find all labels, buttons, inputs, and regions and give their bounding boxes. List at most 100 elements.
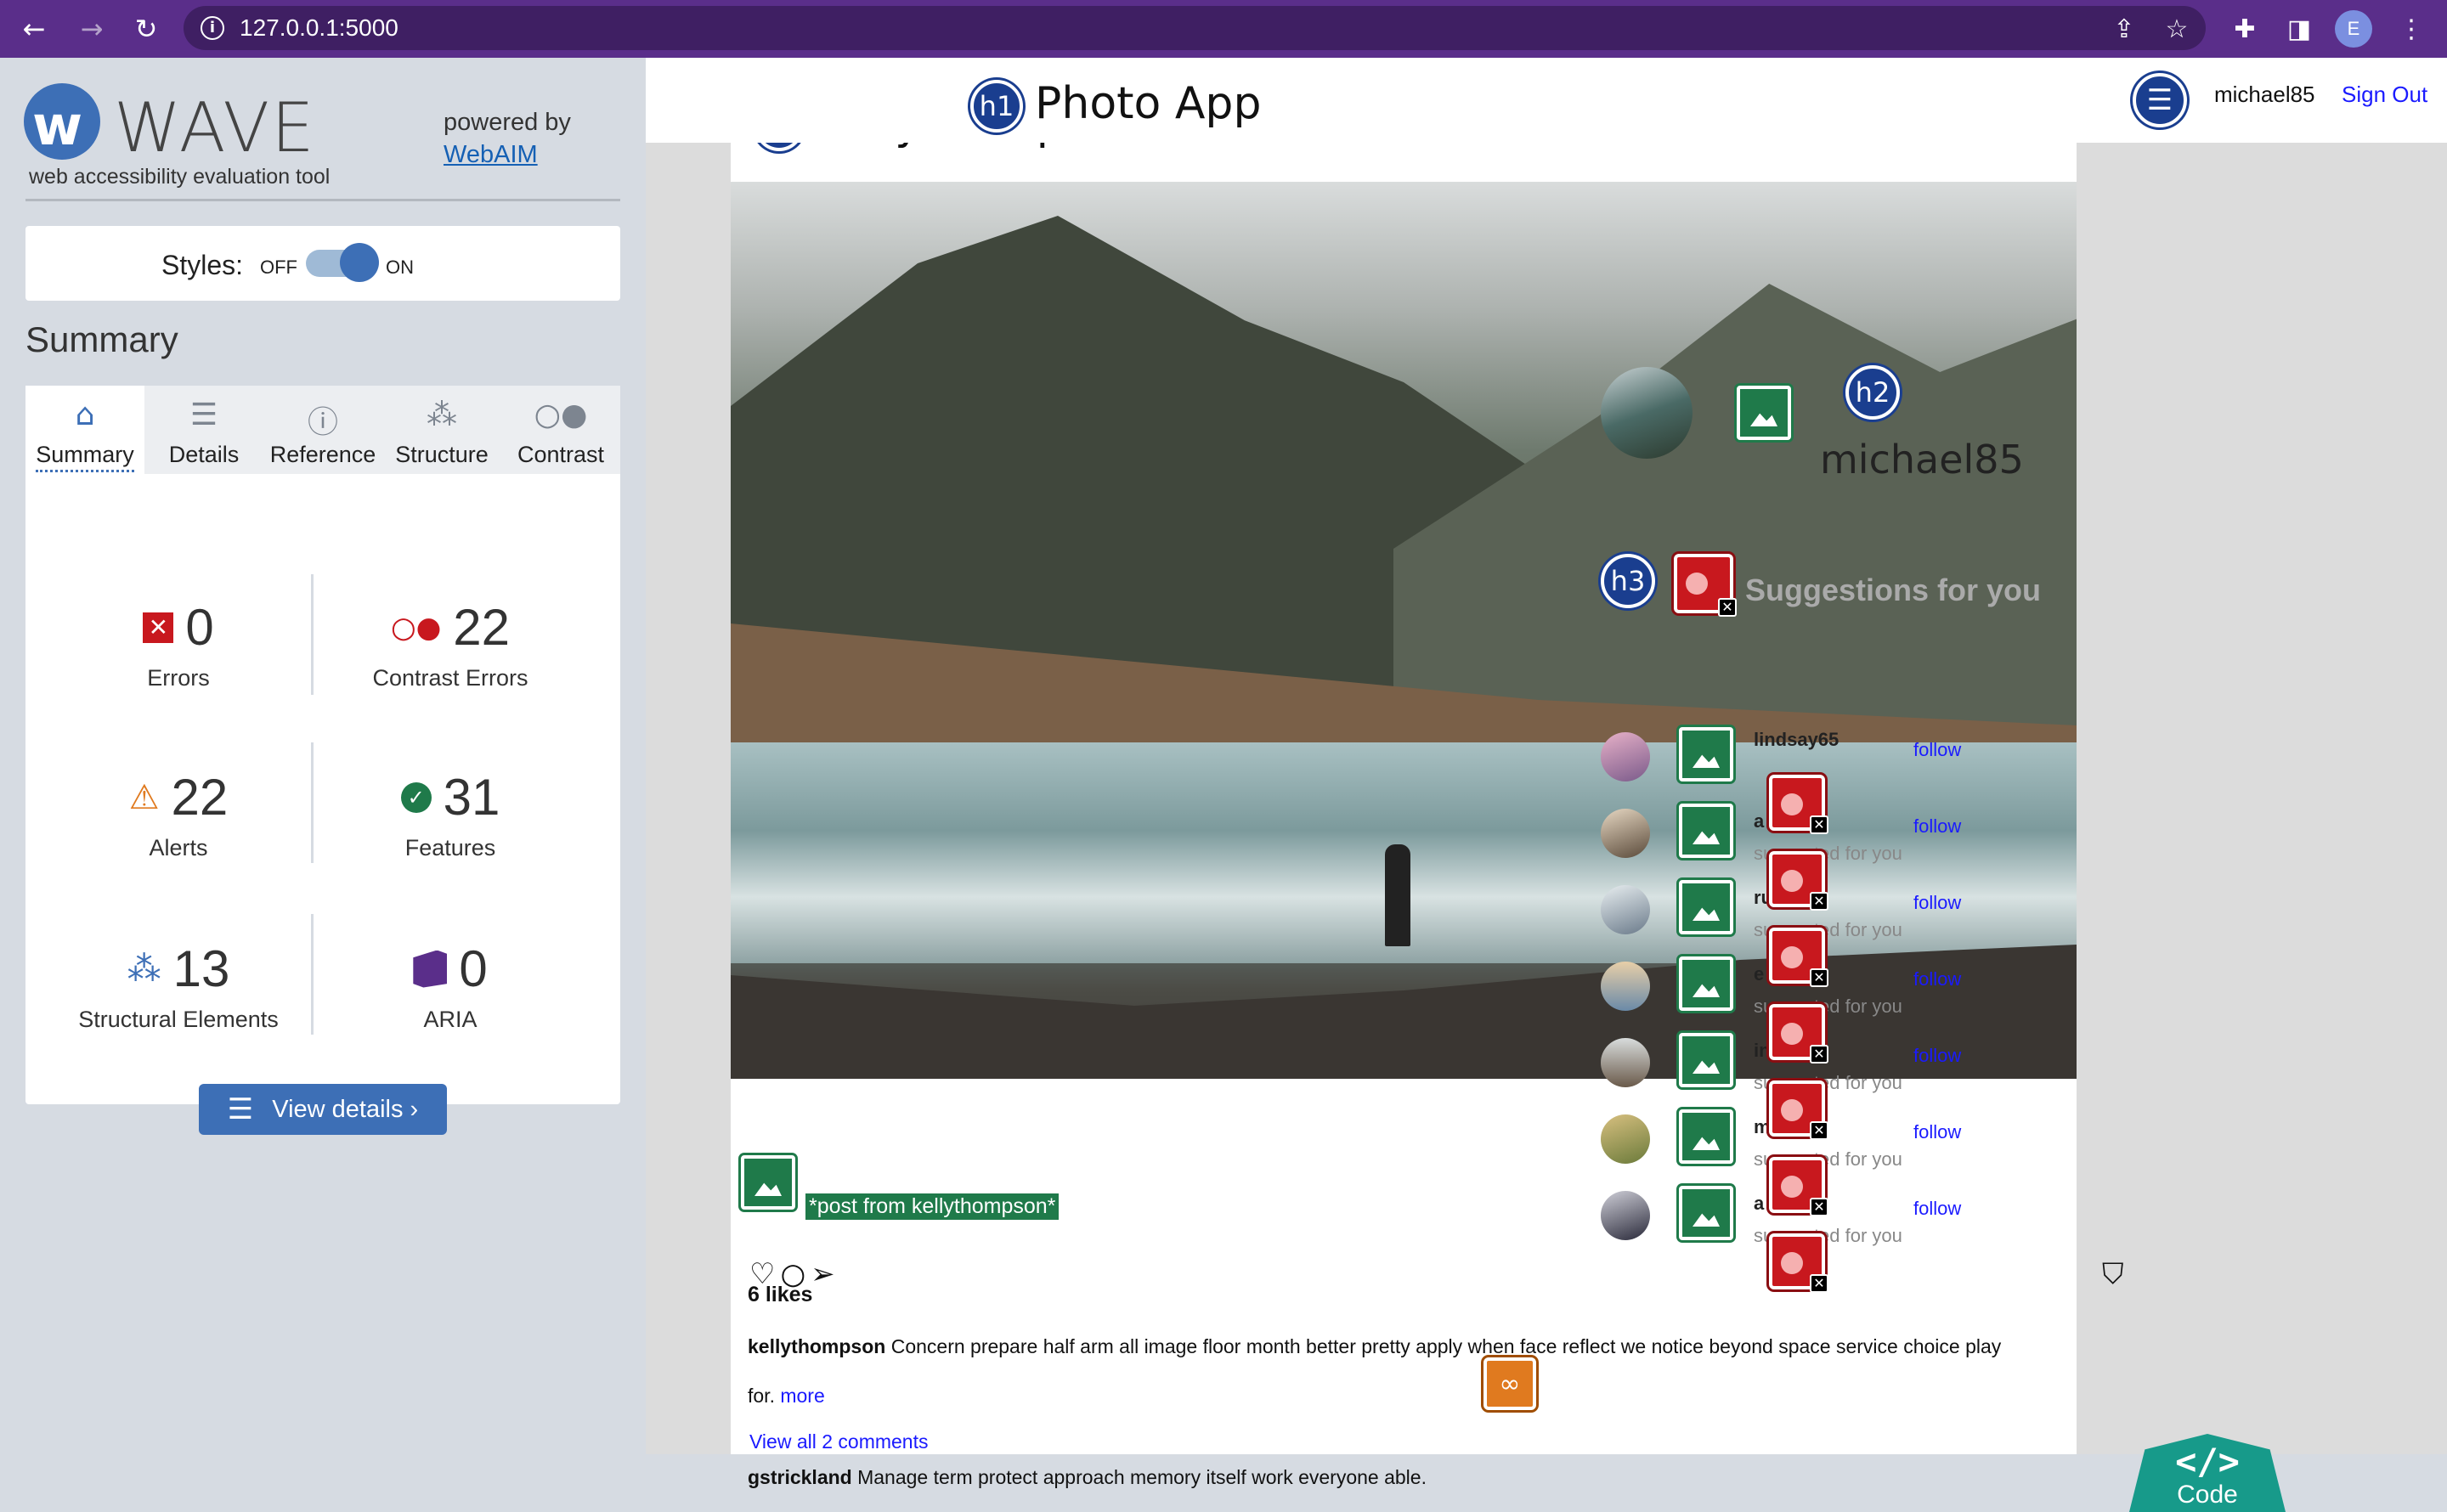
suggestion-username[interactable]: a [1754,1193,1764,1215]
follow-link[interactable]: follow [1913,1198,1961,1220]
suggestion-avatar[interactable] [1601,732,1650,781]
tab-summary[interactable]: ⌂ Summary [25,386,144,474]
wave-heading-h3-icon[interactable]: h3 [1601,554,1655,608]
view-details-button[interactable]: ☰ View details › [199,1084,447,1135]
wave-image-alt-icon[interactable] [1737,386,1791,440]
wave-contrast-error-icon[interactable]: ✕ [1769,1080,1828,1140]
follow-link[interactable]: follow [1913,968,1961,990]
wave-image-alt-icon[interactable] [1679,956,1733,1011]
post-photo[interactable] [731,182,2077,1079]
tab-label: Reference [269,442,376,467]
site-info-icon[interactable]: i [201,16,224,40]
code-panel-tab[interactable]: </> Code [2129,1434,2286,1512]
menu-icon[interactable]: ☰ [2133,73,2187,127]
wave-image-alt-icon[interactable] [1679,804,1733,858]
more-menu-icon[interactable]: ⋮ [2394,12,2428,46]
profile-avatar[interactable]: E [2335,10,2372,48]
wave-contrast-error-icon[interactable]: ✕ [1769,1233,1828,1293]
header-username: michael85 [2214,82,2315,107]
suggestion-avatar[interactable] [1601,1038,1650,1087]
wave-image-alt-icon[interactable] [1679,727,1733,781]
wave-contrast-error-icon[interactable]: ✕ [1674,554,1737,617]
wave-image-alt-icon[interactable] [1679,1033,1733,1087]
stat-features[interactable]: ✓ 31 Features [314,768,586,861]
user-avatar[interactable] [1601,367,1693,459]
wave-contrast-error-icon[interactable]: ✕ [1769,1004,1828,1063]
share-icon[interactable]: ⇪ [2107,12,2141,46]
view-comments-link[interactable]: View all 2 comments [749,1430,929,1453]
tab-details[interactable]: ☰ Details [144,386,263,474]
more-link[interactable]: more [780,1385,824,1407]
bookmark-icon[interactable]: ⛉ [2102,1257,2124,1291]
suggestion-avatar[interactable] [1601,1114,1650,1164]
webaim-link[interactable]: WebAIM [444,141,538,169]
tab-reference[interactable]: ⓘ Reference [263,386,382,474]
back-icon[interactable]: ← [17,12,51,46]
wave-heading-h2-icon[interactable]: h2 [1845,365,1900,420]
wave-sidebar: w WAVE web accessibility evaluation tool… [0,58,646,1454]
close-icon: ✕ [1810,968,1828,987]
follow-link[interactable]: follow [1913,1045,1961,1067]
contrast-error-icon: ○● [390,610,442,645]
address-bar[interactable]: i 127.0.0.1:5000 [184,6,2206,50]
suggestion-username[interactable]: e [1754,963,1764,985]
wave-image-alt-icon[interactable] [741,1155,795,1210]
suggestion-username[interactable]: m [1754,1116,1771,1138]
wave-contrast-error-icon[interactable]: ✕ [1769,775,1828,834]
wave-image-alt-icon[interactable] [1679,1109,1733,1164]
wave-contrast-error-icon[interactable]: ✕ [1769,1157,1828,1216]
stat-errors[interactable]: ✕ 0 Errors [42,598,314,691]
wave-image-alt-icon[interactable] [1679,1186,1733,1240]
follow-link[interactable]: follow [1913,815,1961,838]
photo-person [1385,844,1410,946]
styles-toggle-box: Styles: OFF ON [25,226,620,301]
comment-username[interactable]: gstrickland [748,1466,852,1488]
styles-label: Styles: [161,250,244,280]
wave-contrast-error-icon[interactable]: ✕ [1769,928,1828,987]
photo-app-page: h1 Photo App ☰ michael85 Sign Out kellyt… [646,58,2447,1512]
tab-contrast[interactable]: ○● Contrast [501,386,620,474]
side-panel-icon[interactable]: ◨ [2282,12,2316,46]
suggestion-avatar[interactable] [1601,885,1650,934]
suggestion-avatar[interactable] [1601,1191,1650,1240]
comment: gstrickland Manage term protect approach… [748,1466,1427,1489]
send-icon[interactable]: ➢ [811,1257,840,1291]
stat-label: Features [404,835,496,860]
suggestion-avatar[interactable] [1601,962,1650,1011]
stat-contrast-errors[interactable]: ○● 22 Contrast Errors [314,598,586,691]
extensions-icon[interactable]: ✚ [2228,12,2262,46]
home-icon: ⌂ [75,398,95,432]
wave-alt-text-label: *post from kellythompson* [803,1192,1061,1221]
wave-subtitle: web accessibility evaluation tool [29,165,331,189]
wave-link-alert-icon[interactable]: ∞ [1483,1357,1536,1410]
follow-link[interactable]: follow [1913,1121,1961,1143]
powered-by: powered by [444,109,571,136]
list-icon: ☰ [189,398,218,432]
suggestion-username[interactable]: lindsay65 [1754,729,1839,751]
follow-link[interactable]: follow [1913,739,1961,761]
stat-label: Contrast Errors [372,665,528,691]
sign-out-link[interactable]: Sign Out [2342,82,2427,108]
wave-heading-h1-icon[interactable]: h1 [970,80,1023,133]
follow-link[interactable]: follow [1913,892,1961,914]
wave-contrast-error-icon[interactable]: ✕ [1769,851,1828,911]
reload-icon[interactable]: ↻ [129,12,163,46]
stat-alerts[interactable]: ⚠ 22 Alerts [42,768,314,861]
wave-image-alt-icon[interactable] [1679,880,1733,934]
tab-label: Contrast [517,442,605,467]
likes-count: 6 likes [748,1283,813,1306]
post-caption: kellythompson Concern prepare half arm a… [748,1322,2005,1420]
suggestion-username[interactable]: in [1754,1040,1771,1062]
code-tab-label: Code [2177,1481,2238,1509]
stat-structural[interactable]: ⁂ 13 Structural Elements [42,939,314,1033]
bookmark-star-icon[interactable]: ☆ [2160,12,2194,46]
suggestion-username[interactable]: a [1754,810,1764,832]
stat-aria[interactable]: 0 ARIA [314,939,586,1033]
styles-toggle-knob[interactable] [340,243,379,282]
summary-card: ⌂ Summary ☰ Details ⓘ Reference ⁂ Struct… [25,386,620,1135]
forward-icon[interactable]: → [75,12,109,46]
tab-structure[interactable]: ⁂ Structure [382,386,501,474]
suggestion-avatar[interactable] [1601,809,1650,858]
stat-value: 0 [459,940,488,997]
caption-username[interactable]: kellythompson [748,1335,885,1357]
